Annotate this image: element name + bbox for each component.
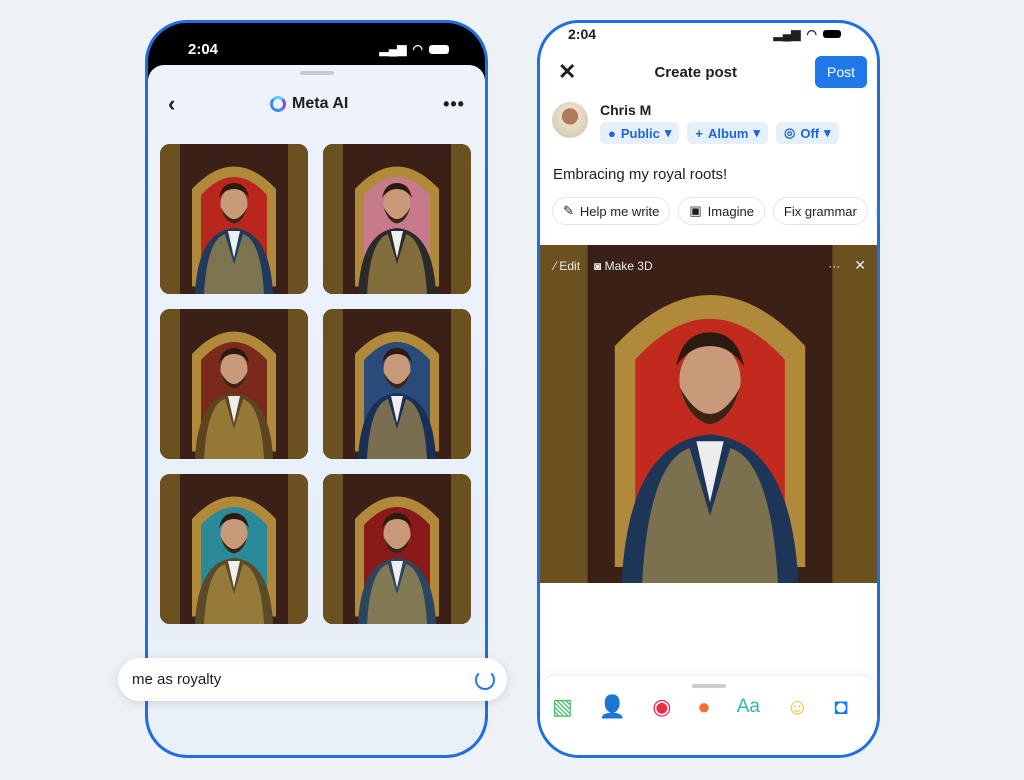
3d-icon: ◙ [594, 258, 605, 273]
suggestion-label: Help me write [579, 203, 660, 219]
fix-grammar-button[interactable]: Fix grammar [772, 197, 868, 225]
generated-image[interactable] [160, 474, 308, 624]
caret-down-icon: ▾ [824, 125, 831, 140]
post-button[interactable]: Post [815, 56, 867, 88]
meta-ai-header: ‹ Meta AI ••• [148, 79, 485, 129]
status-bar: 2:04 ▂▄▆ ◠ [148, 23, 485, 65]
image-toolbar: ⁄ Edit ◙ Make 3D ··· ✕ [554, 257, 866, 274]
signal-icon: ▂▄▆ [379, 42, 407, 56]
live-video-icon[interactable]: ◉ [652, 694, 671, 720]
wifi-icon: ◠ [412, 42, 423, 56]
back-icon[interactable]: ‹ [168, 91, 175, 117]
meta-ai-phone: 2:04 ▂▄▆ ◠ ‹ Meta AI ••• [145, 20, 488, 758]
caret-down-icon: ▾ [664, 125, 672, 140]
status-time: 2:04 [188, 40, 219, 58]
prompt-text: me as royalty [132, 671, 222, 688]
ai-suggestions: ✎ Help me write ▣ Imagine Fix grammar Im [540, 183, 877, 225]
suggestion-label: Fix grammar [783, 203, 857, 219]
page-title: Meta AI [292, 95, 349, 112]
make-3d-button[interactable]: ◙ Make 3D [594, 259, 653, 273]
chip-label: Off [800, 125, 820, 141]
instagram-icon: ◎ [783, 125, 796, 140]
generated-images-grid [148, 129, 485, 624]
page-title: Create post [654, 63, 737, 81]
edit-label: Edit [559, 258, 581, 273]
help-me-write-button[interactable]: ✎ Help me write [552, 197, 671, 225]
regenerate-icon[interactable] [475, 669, 495, 690]
battery-icon [429, 44, 449, 54]
battery-icon [823, 30, 841, 38]
post-text[interactable]: Embracing my royal roots! [540, 144, 877, 183]
chip-label: Public [620, 125, 660, 141]
close-icon[interactable]: ✕ [558, 59, 576, 85]
status-time: 2:04 [568, 26, 597, 42]
instagram-chip[interactable]: ◎ Off ▾ [775, 122, 839, 144]
text-style-icon[interactable]: Aa [737, 696, 760, 718]
post-author: Chris M ● Public ▾ + Album ▾ ◎ Off ▾ [540, 96, 877, 144]
avatar [552, 102, 588, 138]
meta-ai-logo-icon [270, 96, 287, 112]
generated-image[interactable] [323, 474, 471, 624]
more-suggestion-button[interactable]: Im [875, 197, 877, 225]
make-3d-label: Make 3D [604, 258, 653, 273]
sheet-handle[interactable] [299, 71, 334, 75]
chip-label: Album [708, 125, 749, 141]
create-post-header: ✕ Create post Post [540, 48, 877, 96]
imagine-button[interactable]: ▣ Imagine [678, 197, 765, 225]
more-icon[interactable]: ••• [443, 94, 465, 115]
tag-people-icon[interactable]: 👤 [599, 694, 626, 720]
create-post-phone: 2:04 ▂▄▆ ◠ ✕ Create post Post Chris M ● Pu… [537, 20, 880, 758]
attached-image[interactable]: ⁄ Edit ◙ Make 3D ··· ✕ [540, 245, 877, 583]
wifi-icon: ◠ [806, 27, 817, 41]
user-name: Chris M [600, 102, 652, 118]
camera-icon[interactable]: ◘ [834, 694, 847, 720]
edit-button[interactable]: ⁄ Edit [554, 259, 580, 273]
remove-image-icon[interactable]: ✕ [854, 257, 866, 274]
generated-image[interactable] [323, 309, 471, 459]
location-icon[interactable]: ● [697, 694, 710, 720]
prompt-input[interactable]: me as royalty [118, 658, 507, 701]
generated-image[interactable] [160, 144, 308, 294]
meta-ai-sheet: ‹ Meta AI ••• [148, 65, 485, 755]
signal-icon: ▂▄▆ [773, 27, 801, 41]
generated-image[interactable] [323, 144, 471, 294]
album-chip[interactable]: + Album ▾ [687, 122, 768, 144]
generated-image[interactable] [160, 309, 308, 459]
system-icons: ▂▄▆ ◠ [380, 42, 449, 56]
caret-down-icon: ▾ [753, 125, 760, 140]
emoji-icon[interactable]: ☺ [786, 694, 808, 720]
globe-icon: ● [608, 125, 616, 141]
photo-icon[interactable]: ▧ [552, 694, 573, 720]
more-icon[interactable]: ··· [828, 259, 840, 273]
pencil-sparkle-icon: ✎ [563, 203, 574, 218]
post-options-toolbar: ▧ 👤 ◉ ● Aa ☺ ◘ [540, 675, 877, 755]
status-bar: 2:04 ▂▄▆ ◠ [540, 23, 877, 45]
plus-icon: + [695, 125, 703, 141]
system-icons: ▂▄▆ ◠ [774, 27, 841, 41]
image-sparkle-icon: ▣ [689, 203, 702, 218]
audience-chip[interactable]: ● Public ▾ [600, 122, 680, 144]
suggestion-label: Imagine [707, 203, 754, 219]
